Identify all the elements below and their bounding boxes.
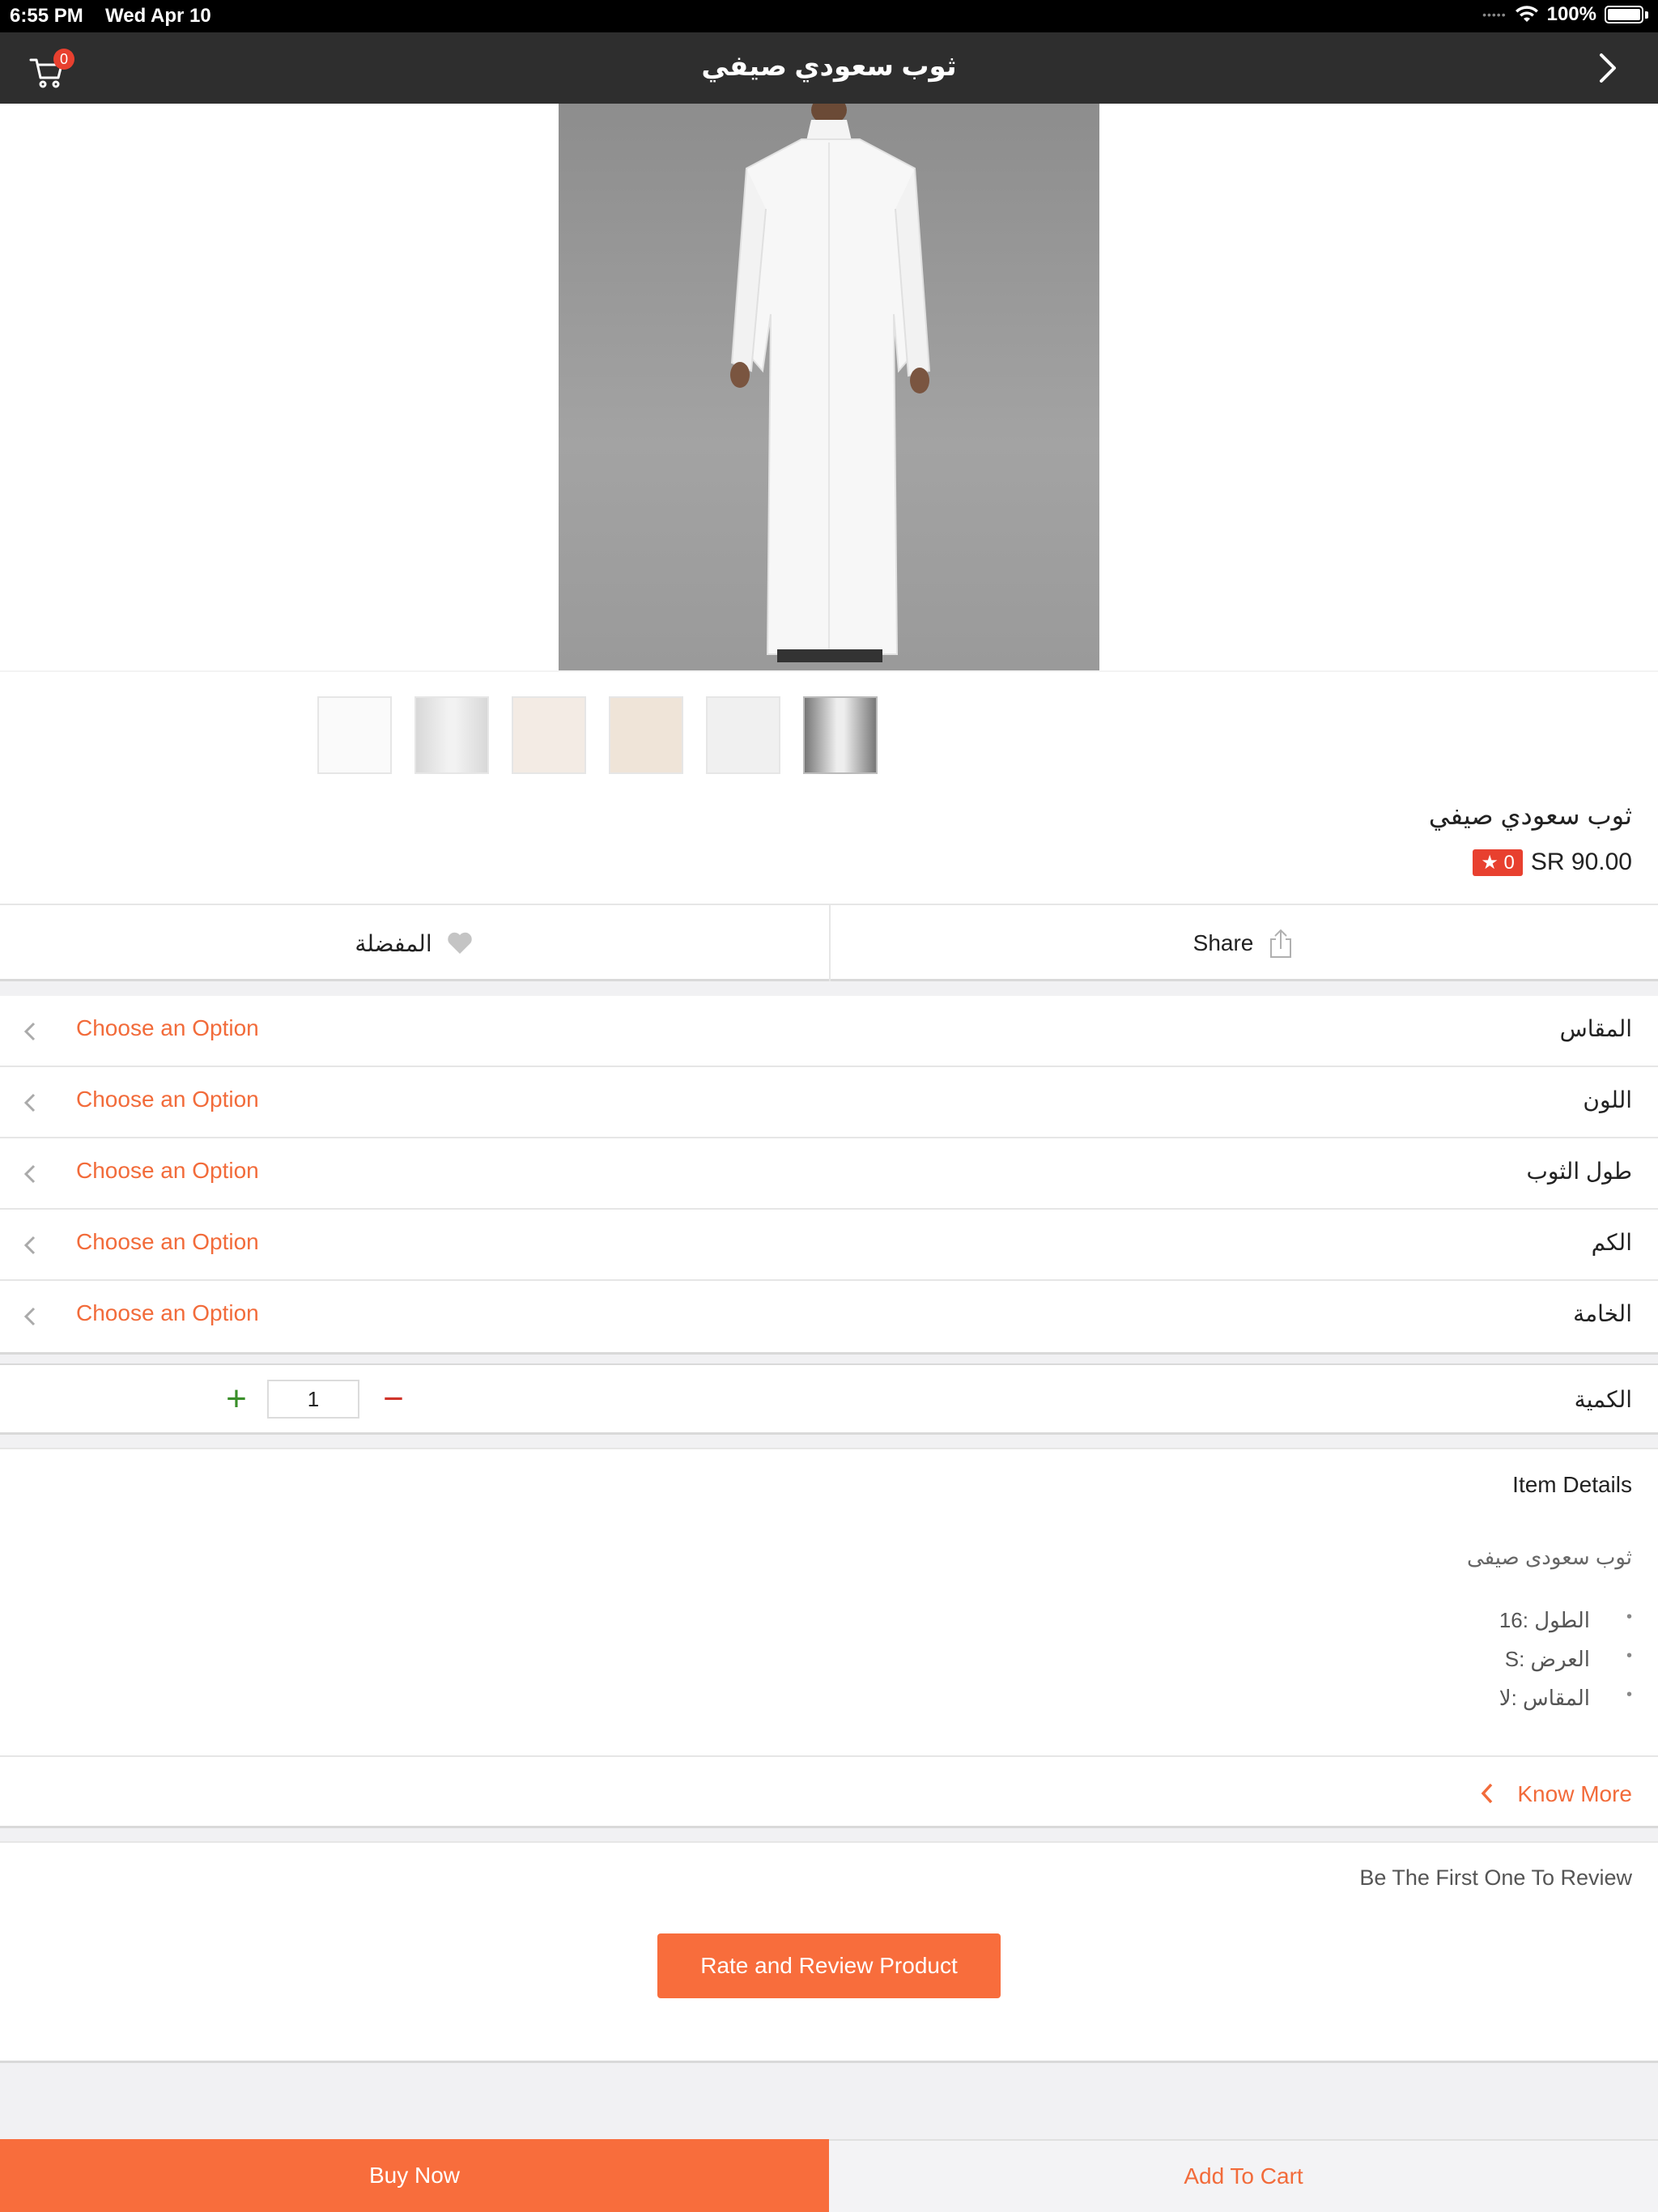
quantity-input[interactable]: 1 [267, 1380, 359, 1419]
battery-icon [1605, 6, 1643, 23]
thumbnail-4[interactable] [609, 696, 683, 774]
bottom-action-bar: Buy Now Add To Cart [0, 2139, 1658, 2212]
thumbnail-1[interactable] [317, 696, 392, 774]
battery-percent: 100% [1546, 3, 1596, 25]
price-row: ★ 0 SR 90.00 [1473, 849, 1632, 876]
quantity-increase-button[interactable]: + [220, 1378, 253, 1420]
share-icon [1270, 929, 1292, 958]
rate-review-button[interactable]: Rate and Review Product [657, 1933, 1001, 1998]
product-main-image[interactable] [559, 104, 1099, 670]
option-value: Choose an Option [76, 1300, 259, 1325]
signal-icon: ••••• [1482, 8, 1507, 21]
status-right: ••••• 100% [1482, 3, 1648, 26]
chevron-left-icon [23, 1022, 36, 1041]
share-label: Share [1192, 930, 1254, 955]
quantity-stepper: + 1 − الكمية [0, 1363, 1658, 1435]
option-label: المقاس [1559, 1016, 1632, 1041]
chevron-left-icon [23, 1093, 36, 1112]
chevron-left-icon [23, 1307, 36, 1326]
buy-now-button[interactable]: Buy Now [0, 2139, 829, 2212]
option-value: Choose an Option [76, 1158, 259, 1183]
product-name: ثوب سعودي صيفي [1428, 801, 1632, 830]
add-to-cart-button[interactable]: Add To Cart [829, 2139, 1658, 2212]
option-row-sleeve[interactable]: Choose an Option الكم [0, 1210, 1658, 1281]
options-list: Choose an Option المقاس Choose an Option… [0, 996, 1658, 1355]
list-item: العرض :S [1499, 1647, 1633, 1686]
thumbnail-strip [0, 670, 1658, 800]
thobe-figure [730, 104, 931, 662]
status-bar: 6:55 PM Wed Apr 10 ••••• 100% [0, 0, 1658, 32]
favorite-button[interactable]: المفضلة [0, 905, 827, 981]
option-label: طول الثوب [1526, 1159, 1632, 1184]
option-row-color[interactable]: Choose an Option اللون [0, 1067, 1658, 1138]
nav-bar: 0 ثوب سعودي صيفي [0, 32, 1658, 104]
product-price: SR 90.00 [1530, 849, 1632, 875]
option-row-fabric[interactable]: Choose an Option الخامة [0, 1281, 1658, 1352]
details-spec-list: الطول :16 العرض :S المقاس :لا [1499, 1608, 1633, 1725]
page-title: ثوب سعودي صيفي [701, 51, 957, 82]
product-actions: المفضلة Share [0, 904, 1658, 981]
option-row-length[interactable]: Choose an Option طول الثوب [0, 1138, 1658, 1210]
favorite-label: المفضلة [355, 930, 432, 956]
option-row-size[interactable]: Choose an Option المقاس [0, 996, 1658, 1067]
option-value: Choose an Option [76, 1087, 259, 1112]
chevron-right-icon [1600, 53, 1616, 83]
thumbnail-2[interactable] [414, 696, 489, 774]
share-button[interactable]: Share [829, 905, 1656, 981]
details-description: ثوب سعودى صيفى [1466, 1545, 1632, 1569]
wifi-icon [1515, 6, 1538, 22]
main-image-area [0, 104, 1658, 670]
quantity-decrease-button[interactable]: − [377, 1378, 410, 1420]
battery-tip [1645, 11, 1648, 19]
know-more-link[interactable]: Know More [1517, 1781, 1632, 1807]
option-label: اللون [1583, 1087, 1632, 1112]
back-button[interactable] [1590, 50, 1626, 86]
list-item: المقاس :لا [1499, 1686, 1633, 1725]
details-title: Item Details [1512, 1472, 1632, 1497]
review-section: Be The First One To Review Rate and Revi… [0, 1841, 1658, 2063]
review-empty-note: Be The First One To Review [1359, 1865, 1632, 1890]
option-value: Choose an Option [76, 1229, 259, 1254]
list-item: الطول :16 [1499, 1608, 1632, 1647]
option-value: Choose an Option [76, 1015, 259, 1040]
chevron-left-icon [23, 1164, 36, 1184]
status-time: 6:55 PM [10, 5, 83, 27]
product-info: ثوب سعودي صيفي ★ 0 SR 90.00 [0, 800, 1658, 904]
chevron-left-icon [1481, 1783, 1493, 1804]
know-more-row[interactable]: Know More [0, 1755, 1658, 1828]
thumbnail-6-selected[interactable] [803, 696, 878, 774]
option-label: الخامة [1573, 1301, 1632, 1326]
option-label: الكم [1591, 1230, 1632, 1255]
chevron-left-icon [23, 1236, 36, 1255]
thumbnail-5[interactable] [706, 696, 780, 774]
quantity-label: الكمية [1574, 1387, 1632, 1412]
rating-badge: ★ 0 [1473, 849, 1523, 876]
status-date: Wed Apr 10 [105, 5, 211, 27]
heart-icon [447, 932, 472, 954]
thumbnail-3[interactable] [512, 696, 586, 774]
